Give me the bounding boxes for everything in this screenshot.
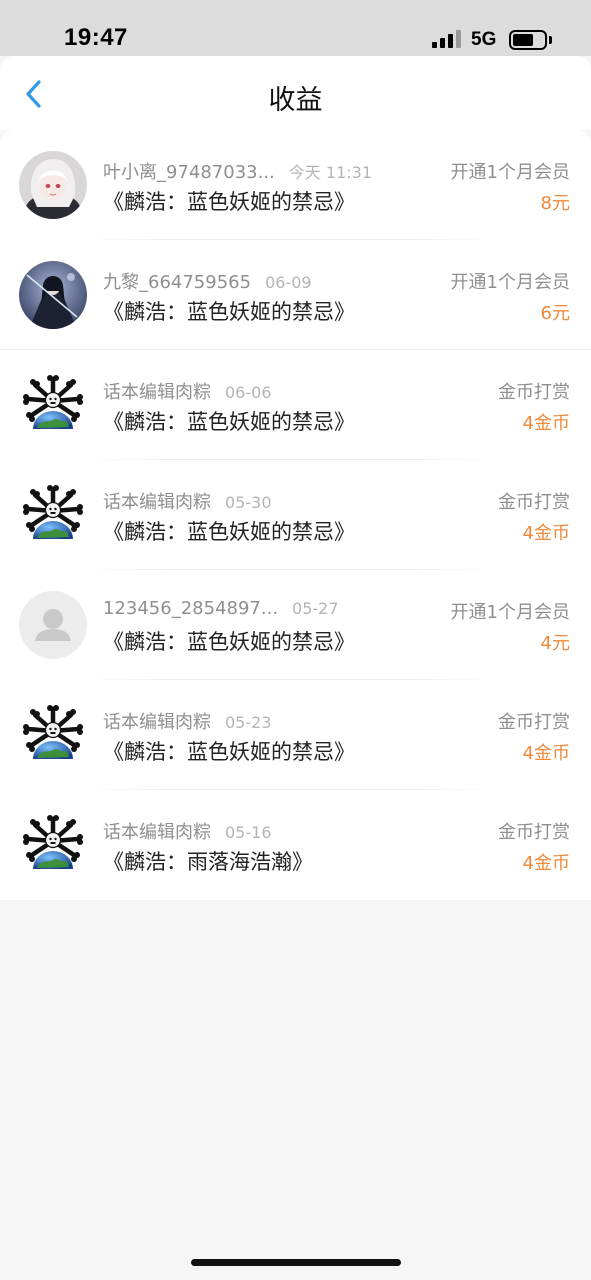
book-title: 《麟浩：蓝色妖姬的禁忌》 xyxy=(103,190,355,214)
avatar[interactable] xyxy=(19,151,87,219)
earning-type: 开通1个月会员 xyxy=(450,162,570,183)
earning-amount: 4金币 xyxy=(522,743,570,764)
earning-amount: 4金币 xyxy=(522,523,570,544)
list-item[interactable]: 话本编辑肉粽 06-06 《麟浩：蓝色妖姬的禁忌》 金币打赏 4金币 xyxy=(0,350,591,460)
battery-icon xyxy=(509,30,547,50)
avatar[interactable] xyxy=(19,811,87,879)
earning-amount: 4金币 xyxy=(522,853,570,874)
earning-type: 金币打赏 xyxy=(498,712,570,733)
anime-girl-avatar-icon xyxy=(19,151,87,219)
record-date: 05-27 xyxy=(292,599,339,618)
avatar[interactable] xyxy=(19,481,87,549)
network-type: 5G xyxy=(471,29,497,50)
book-title: 《麟浩：蓝色妖姬的禁忌》 xyxy=(103,630,355,654)
user-name: 叶小离_97487033... xyxy=(103,162,275,183)
avatar[interactable] xyxy=(19,591,87,659)
record-date: 06-09 xyxy=(265,273,312,292)
avatar[interactable] xyxy=(19,371,87,439)
list-item[interactable]: 话本编辑肉粽 05-30 《麟浩：蓝色妖姬的禁忌》 金币打赏 4金币 xyxy=(0,460,591,570)
record-date: 05-30 xyxy=(225,493,272,512)
bone-globe-avatar-icon xyxy=(19,481,87,549)
user-name: 话本编辑肉粽 xyxy=(103,822,211,843)
avatar[interactable] xyxy=(19,701,87,769)
earning-type: 开通1个月会员 xyxy=(450,602,570,623)
book-title: 《麟浩：蓝色妖姬的禁忌》 xyxy=(103,740,355,764)
earning-type: 金币打赏 xyxy=(498,492,570,513)
user-name: 话本编辑肉粽 xyxy=(103,382,211,403)
earnings-list: 叶小离_97487033... 今天 11:31 《麟浩：蓝色妖姬的禁忌》 开通1… xyxy=(0,130,591,900)
user-name: 话本编辑肉粽 xyxy=(103,492,211,513)
bone-globe-avatar-icon xyxy=(19,811,87,879)
user-line: 话本编辑肉粽 05-30 xyxy=(103,488,272,514)
user-line: 话本编辑肉粽 05-23 xyxy=(103,708,272,734)
list-item[interactable]: 九黎_664759565 06-09 《麟浩：蓝色妖姬的禁忌》 开通1个月会员 6… xyxy=(0,240,591,350)
page-title: 收益 xyxy=(268,85,323,116)
record-date: 05-23 xyxy=(225,713,272,732)
earning-type: 开通1个月会员 xyxy=(450,272,570,293)
status-bar: 19:47 5G xyxy=(0,0,591,56)
earning-type: 金币打赏 xyxy=(498,822,570,843)
avatar[interactable] xyxy=(19,261,87,329)
default-person-icon xyxy=(19,591,87,659)
record-date: 05-16 xyxy=(225,823,272,842)
anime-swordsman-avatar-icon xyxy=(19,261,87,329)
user-name: 话本编辑肉粽 xyxy=(103,712,211,733)
earning-type: 金币打赏 xyxy=(498,382,570,403)
battery-cap xyxy=(549,36,552,44)
user-line: 话本编辑肉粽 06-06 xyxy=(103,378,272,404)
earning-amount: 4金币 xyxy=(522,413,570,434)
battery-level xyxy=(513,34,533,46)
user-line: 123456_2854897... 05-27 xyxy=(103,598,339,619)
user-line: 九黎_664759565 06-09 xyxy=(103,268,312,294)
signal-strength-icon xyxy=(432,30,462,48)
home-indicator[interactable] xyxy=(191,1259,401,1266)
book-title: 《麟浩：雨落海浩瀚》 xyxy=(103,850,313,874)
status-time: 19:47 xyxy=(64,24,128,51)
book-title: 《麟浩：蓝色妖姬的禁忌》 xyxy=(103,410,355,434)
list-item[interactable]: 叶小离_97487033... 今天 11:31 《麟浩：蓝色妖姬的禁忌》 开通1… xyxy=(0,130,591,240)
bone-globe-avatar-icon xyxy=(19,701,87,769)
user-name: 123456_2854897... xyxy=(103,598,279,619)
earning-amount: 8元 xyxy=(540,193,570,214)
list-item[interactable]: 123456_2854897... 05-27 《麟浩：蓝色妖姬的禁忌》 开通1个… xyxy=(0,570,591,680)
earning-amount: 6元 xyxy=(540,303,570,324)
list-item[interactable]: 话本编辑肉粽 05-23 《麟浩：蓝色妖姬的禁忌》 金币打赏 4金币 xyxy=(0,680,591,790)
user-line: 叶小离_97487033... 今天 11:31 xyxy=(103,158,372,184)
book-title: 《麟浩：蓝色妖姬的禁忌》 xyxy=(103,300,355,324)
book-title: 《麟浩：蓝色妖姬的禁忌》 xyxy=(103,520,355,544)
record-date: 06-06 xyxy=(225,383,272,402)
record-date: 今天 11:31 xyxy=(288,163,372,182)
user-name: 九黎_664759565 xyxy=(103,272,252,293)
bone-globe-avatar-icon xyxy=(19,371,87,439)
list-item[interactable]: 话本编辑肉粽 05-16 《麟浩：雨落海浩瀚》 金币打赏 4金币 xyxy=(0,790,591,900)
navigation-bar: 收益 xyxy=(0,56,591,130)
earning-amount: 4元 xyxy=(540,633,570,654)
user-line: 话本编辑肉粽 05-16 xyxy=(103,818,272,844)
